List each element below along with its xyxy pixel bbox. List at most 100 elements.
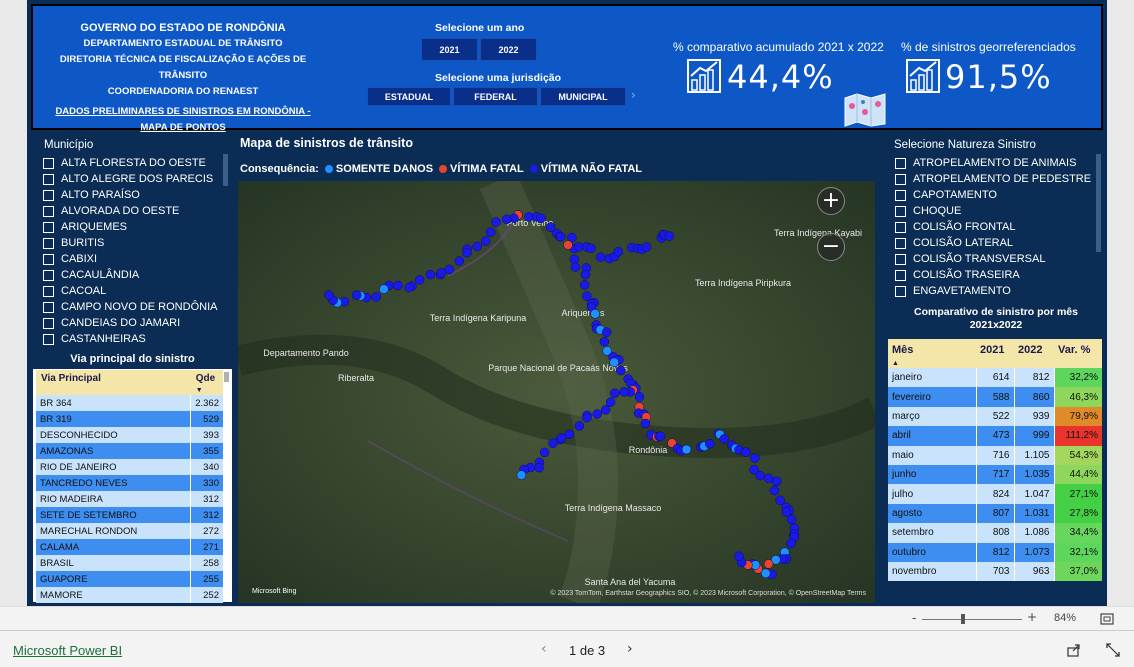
checkbox-icon[interactable] [43, 285, 54, 297]
accident-point[interactable] [556, 231, 566, 242]
table-row[interactable]: BRASIL 258 [36, 555, 223, 571]
natureza-option[interactable]: CHOQUE [885, 203, 1107, 219]
table-row[interactable]: GUAPORE 255 [36, 571, 223, 587]
natureza-option[interactable]: ENGAVETAMENTO [885, 283, 1107, 299]
accident-point[interactable] [324, 290, 334, 300]
jurisdiction-estadual-button[interactable]: ESTADUAL [367, 87, 451, 106]
table-row[interactable]: TANCREDO NEVES 330 [36, 475, 223, 491]
accident-point[interactable] [775, 495, 785, 506]
checkbox-icon[interactable] [43, 221, 54, 233]
checkbox-icon[interactable] [895, 205, 906, 217]
natureza-option[interactable]: CAPOTAMENTO [885, 187, 1107, 203]
accident-point[interactable] [539, 447, 550, 458]
accident-point[interactable] [641, 242, 652, 252]
municipio-option[interactable]: CANDEIAS DO JAMARI [33, 315, 232, 331]
municipio-option[interactable]: CAMPO NOVO DE RONDÔNIA [33, 299, 232, 315]
accident-point[interactable] [640, 418, 651, 429]
accident-point[interactable] [485, 227, 496, 237]
accident-point[interactable] [404, 282, 414, 293]
accident-point[interactable] [454, 256, 465, 266]
report-title-link[interactable]: DADOS PRELIMINARES DE SINISTROS EM RONDÔ… [43, 104, 323, 136]
municipio-option[interactable]: ALTA FLORESTA DO OESTE [33, 155, 232, 171]
accident-point[interactable] [570, 262, 581, 272]
accident-point[interactable] [664, 231, 675, 241]
accident-point[interactable] [595, 252, 606, 262]
legend-item-nao-fatal[interactable]: VÍTIMA NÃO FATAL [541, 163, 642, 175]
natureza-scrollbar[interactable] [1096, 154, 1101, 252]
accident-point[interactable] [592, 409, 602, 419]
prev-page-icon[interactable]: ‹ [541, 641, 547, 657]
accident-point[interactable] [590, 309, 600, 319]
accident-point[interactable] [556, 433, 567, 443]
natureza-option[interactable]: COLISÃO LATERAL [885, 235, 1107, 251]
checkbox-icon[interactable] [895, 189, 906, 201]
municipio-option[interactable]: ALTO ALEGRE DOS PARECIS [33, 171, 232, 187]
accident-point[interactable] [414, 275, 425, 285]
checkbox-icon[interactable] [895, 285, 906, 297]
col-2022-header[interactable]: 2022 [1014, 339, 1054, 368]
zoom-in-control[interactable]: + [1027, 610, 1037, 624]
accident-point[interactable] [786, 514, 797, 525]
via-scrollbar[interactable] [224, 372, 229, 382]
natureza-option[interactable]: COLISÃO FRONTAL [885, 219, 1107, 235]
natureza-option[interactable]: ATROPELAMENTO DE PEDESTRE [885, 171, 1107, 187]
checkbox-icon[interactable] [43, 173, 54, 185]
year-2021-button[interactable]: 2021 [421, 38, 478, 61]
accident-point[interactable] [704, 438, 715, 449]
jurisdiction-federal-button[interactable]: FEDERAL [453, 87, 538, 106]
accident-point[interactable] [634, 392, 645, 402]
table-row[interactable]: agosto 807 1.031 27,8% [888, 503, 1102, 524]
checkbox-icon[interactable] [895, 237, 906, 249]
checkbox-icon[interactable] [43, 237, 54, 249]
table-row[interactable]: janeiro 614 812 32,2% [888, 368, 1102, 388]
accident-point[interactable] [536, 213, 546, 224]
accident-point[interactable] [563, 240, 573, 250]
accident-point[interactable] [491, 217, 501, 227]
accident-point[interactable] [586, 243, 596, 254]
checkbox-icon[interactable] [895, 173, 906, 185]
accident-point[interactable] [444, 264, 455, 275]
checkbox-icon[interactable] [895, 157, 906, 169]
table-row[interactable]: RIO MADEIRA 312 [36, 491, 223, 507]
table-row[interactable]: maio 716 1.105 54,3% [888, 445, 1102, 465]
accident-point[interactable] [786, 538, 796, 549]
checkbox-icon[interactable] [43, 301, 54, 313]
qde-col-header[interactable]: Qde ▼ [190, 370, 223, 395]
fit-page-icon[interactable] [1100, 613, 1114, 625]
municipio-option[interactable]: BURITIS [33, 235, 232, 251]
municipio-option[interactable]: CASTANHEIRAS [33, 331, 232, 347]
checkbox-icon[interactable] [43, 333, 54, 345]
table-row[interactable]: RIO DE JANEIRO 340 [36, 459, 223, 475]
checkbox-icon[interactable] [43, 269, 54, 281]
map-zoom-in-button[interactable]: + [817, 187, 845, 215]
next-page-icon[interactable]: › [627, 641, 633, 657]
table-row[interactable]: BR 319 529 [36, 411, 223, 427]
natureza-option[interactable]: COLISÃO TRANSVERSAL [885, 251, 1107, 267]
checkbox-icon[interactable] [43, 205, 54, 217]
accident-map[interactable]: Porto Velho Ariquemes Riberalta Rondônia San… [238, 181, 875, 603]
zoom-out-control[interactable]: - [912, 611, 916, 625]
table-row[interactable]: abril 473 999 111,2% [888, 426, 1102, 446]
accident-point[interactable] [771, 476, 782, 487]
accident-point[interactable] [462, 247, 472, 258]
table-row[interactable]: MARECHAL RONDON 272 [36, 523, 223, 539]
accident-point[interactable] [472, 241, 482, 252]
table-row[interactable]: novembro 703 963 37,0% [888, 561, 1102, 582]
zoom-slider-thumb[interactable] [961, 614, 965, 624]
accident-point[interactable] [769, 485, 780, 496]
table-row[interactable]: BR 364 2.362 [36, 395, 223, 411]
accident-point[interactable] [600, 405, 611, 415]
municipio-option[interactable]: CACOAL [33, 283, 232, 299]
accident-point[interactable] [619, 387, 629, 397]
accident-point[interactable] [719, 434, 729, 444]
municipio-option[interactable]: CACAULÂNDIA [33, 267, 232, 283]
accident-point[interactable] [601, 327, 612, 337]
map-zoom-out-button[interactable]: − [817, 233, 845, 261]
jurisdiction-municipal-button[interactable]: MUNICIPAL [540, 87, 626, 106]
accident-point[interactable] [548, 438, 558, 449]
accident-point[interactable] [613, 246, 624, 257]
accident-point[interactable] [501, 214, 512, 225]
checkbox-icon[interactable] [43, 317, 54, 329]
checkbox-icon[interactable] [895, 253, 906, 265]
accident-point[interactable] [610, 388, 620, 399]
